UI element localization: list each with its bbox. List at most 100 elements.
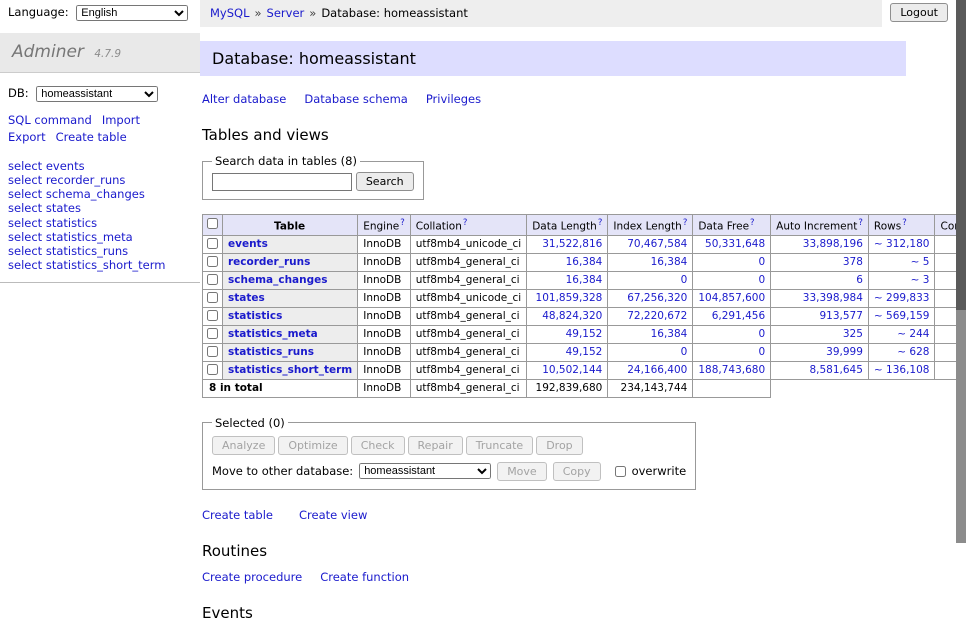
select-all-checkbox[interactable] [207, 218, 218, 229]
column-help-link[interactable]: ? [750, 218, 755, 228]
bulk-action-button[interactable]: Drop [536, 436, 582, 455]
table-name-link[interactable]: statistics_short_term [228, 364, 352, 376]
sidebar-action-link[interactable]: Create table [56, 129, 127, 146]
row-select-checkbox[interactable] [207, 256, 218, 267]
overwrite-checkbox[interactable] [615, 466, 626, 477]
data-free-link[interactable]: 0 [758, 346, 765, 358]
data-free-link[interactable]: 0 [758, 256, 765, 268]
row-select-checkbox[interactable] [207, 346, 218, 357]
rows-count-link[interactable]: ~ 5 [911, 256, 930, 268]
db-nav-link[interactable]: Database schema [304, 92, 407, 106]
rows-count-link[interactable]: ~ 628 [897, 346, 929, 358]
column-help-link[interactable]: ? [463, 218, 468, 228]
data-length-link[interactable]: 101,859,328 [536, 292, 603, 304]
sidebar-table-link[interactable]: select recorder_runs [8, 174, 192, 188]
auto-increment-link[interactable]: 33,398,984 [803, 292, 863, 304]
data-length-link[interactable]: 31,522,816 [542, 238, 602, 250]
index-length-link[interactable]: 0 [681, 346, 688, 358]
scrollbar-thumb[interactable] [956, 0, 966, 310]
sidebar-table-link[interactable]: select statistics [8, 216, 192, 230]
rows-count-link[interactable]: ~ 569,159 [874, 310, 930, 322]
index-length-link[interactable]: 70,467,584 [627, 238, 687, 250]
sidebar-action-link[interactable]: SQL command [8, 112, 92, 129]
table-name-link[interactable]: events [228, 238, 268, 250]
rows-count-link[interactable]: ~ 136,108 [874, 364, 930, 376]
sidebar-table-link[interactable]: select statistics_runs [8, 244, 192, 258]
create-link[interactable]: Create view [299, 508, 367, 522]
row-select-checkbox[interactable] [207, 292, 218, 303]
auto-increment-link[interactable]: 33,898,196 [803, 238, 863, 250]
auto-increment-link[interactable]: 325 [843, 328, 863, 340]
data-free-link[interactable]: 188,743,680 [698, 364, 765, 376]
create-link[interactable]: Create table [202, 508, 273, 522]
language-select[interactable]: English [76, 5, 188, 21]
bulk-action-button[interactable]: Repair [408, 436, 463, 455]
data-free-link[interactable]: 0 [758, 274, 765, 286]
column-help-link[interactable]: ? [598, 218, 603, 228]
table-name-link[interactable]: schema_changes [228, 274, 328, 286]
data-length-link[interactable]: 49,152 [566, 346, 603, 358]
column-help-link[interactable]: ? [683, 218, 688, 228]
bulk-action-button[interactable]: Check [351, 436, 405, 455]
move-button[interactable]: Move [497, 462, 547, 481]
auto-increment-link[interactable]: 378 [843, 256, 863, 268]
table-name-link[interactable]: statistics [228, 310, 282, 322]
auto-increment-link[interactable]: 8,581,645 [809, 364, 862, 376]
row-select-checkbox[interactable] [207, 328, 218, 339]
row-select-checkbox[interactable] [207, 310, 218, 321]
data-length-link[interactable]: 16,384 [566, 256, 603, 268]
index-length-link[interactable]: 16,384 [651, 328, 688, 340]
row-select-checkbox[interactable] [207, 238, 218, 249]
search-button[interactable]: Search [356, 172, 414, 191]
copy-button[interactable]: Copy [553, 462, 601, 481]
bulk-action-button[interactable]: Truncate [466, 436, 533, 455]
bulk-action-button[interactable]: Optimize [278, 436, 347, 455]
data-free-link[interactable]: 50,331,648 [705, 238, 765, 250]
rows-count-link[interactable]: ~ 299,833 [874, 292, 930, 304]
data-length-link[interactable]: 16,384 [566, 274, 603, 286]
scrollbar[interactable] [956, 0, 966, 543]
table-name-link[interactable]: states [228, 292, 265, 304]
table-name-link[interactable]: recorder_runs [228, 256, 310, 268]
sidebar-table-link[interactable]: select statistics_short_term [8, 259, 192, 273]
column-help-link[interactable]: ? [400, 218, 405, 228]
column-help-link[interactable]: ? [858, 218, 863, 228]
breadcrumb-link[interactable]: MySQL [210, 6, 250, 20]
column-help-link[interactable]: ? [902, 218, 907, 228]
routine-link[interactable]: Create procedure [202, 570, 302, 584]
auto-increment-link[interactable]: 913,577 [820, 310, 863, 322]
index-length-link[interactable]: 0 [681, 274, 688, 286]
auto-increment-link[interactable]: 6 [856, 274, 863, 286]
row-select-checkbox[interactable] [207, 364, 218, 375]
bulk-action-button[interactable]: Analyze [212, 436, 275, 455]
index-length-link[interactable]: 67,256,320 [627, 292, 687, 304]
sidebar-action-link[interactable]: Import [102, 112, 140, 129]
sidebar-table-link[interactable]: select statistics_meta [8, 230, 192, 244]
rows-count-link[interactable]: ~ 3 [911, 274, 930, 286]
db-nav-link[interactable]: Privileges [426, 92, 481, 106]
sidebar-table-link[interactable]: select states [8, 202, 192, 216]
table-name-link[interactable]: statistics_runs [228, 346, 314, 358]
data-free-link[interactable]: 104,857,600 [698, 292, 765, 304]
sidebar-action-link[interactable]: Export [8, 129, 46, 146]
data-free-link[interactable]: 0 [758, 328, 765, 340]
data-length-link[interactable]: 49,152 [566, 328, 603, 340]
auto-increment-link[interactable]: 39,999 [826, 346, 863, 358]
db-select[interactable]: homeassistant [36, 86, 158, 102]
index-length-link[interactable]: 72,220,672 [627, 310, 687, 322]
data-length-link[interactable]: 10,502,144 [542, 364, 602, 376]
move-db-select[interactable]: homeassistant [359, 463, 491, 479]
index-length-link[interactable]: 24,166,400 [627, 364, 687, 376]
sidebar-table-link[interactable]: select schema_changes [8, 188, 192, 202]
data-free-link[interactable]: 6,291,456 [712, 310, 765, 322]
breadcrumb-link[interactable]: Server [267, 6, 305, 20]
row-select-checkbox[interactable] [207, 274, 218, 285]
rows-count-link[interactable]: ~ 312,180 [874, 238, 930, 250]
sidebar-table-link[interactable]: select events [8, 159, 192, 173]
search-input[interactable] [212, 173, 352, 191]
logout-button[interactable]: Logout [890, 3, 948, 22]
rows-count-link[interactable]: ~ 244 [897, 328, 929, 340]
table-name-link[interactable]: statistics_meta [228, 328, 318, 340]
index-length-link[interactable]: 16,384 [651, 256, 688, 268]
routine-link[interactable]: Create function [320, 570, 409, 584]
